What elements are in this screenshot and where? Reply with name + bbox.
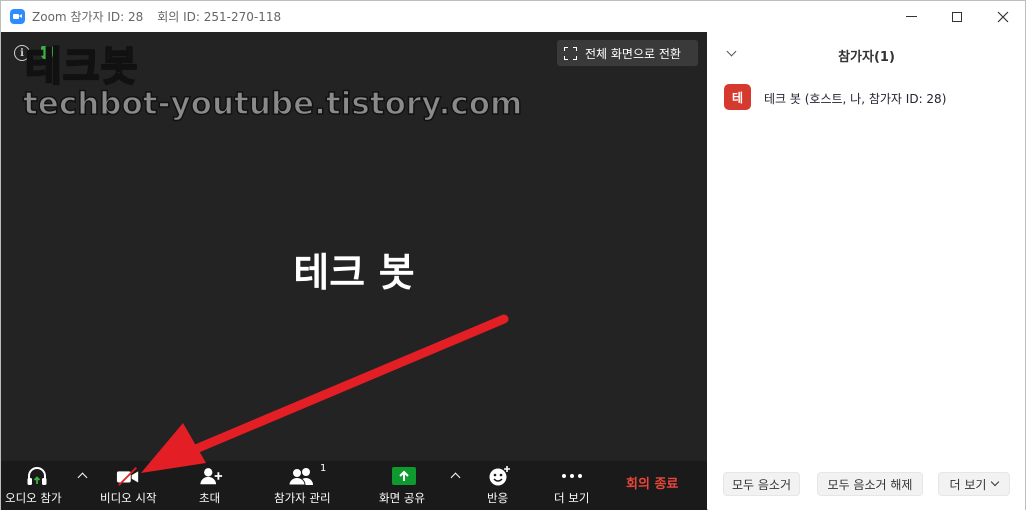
chevron-down-icon (991, 477, 1000, 487)
fullscreen-icon (564, 46, 577, 60)
meeting-toolbar: 오디오 참가 비디오 시작 초대 1 참가자 관리 화면 공유 반응 더 보기 … (1, 461, 707, 510)
watermark-url: techbot-youtube.tistory.com (22, 85, 523, 123)
reactions-button[interactable]: 반응 (481, 461, 517, 510)
audio-button[interactable]: 오디오 참가 (1, 461, 73, 510)
share-screen-label: 화면 공유 (379, 491, 425, 505)
maximize-button[interactable] (934, 1, 980, 32)
headphones-icon (27, 467, 47, 485)
participant-row-name: 테크 봇 (호스트, 나, 참가자 ID: 28) (764, 92, 947, 106)
close-icon (997, 11, 1009, 22)
zoom-window: Zoom 참가자 ID: 28 회의 ID: 251-270-118 i 테크봇 … (0, 0, 1026, 510)
more-dots-icon (562, 474, 582, 478)
reactions-label: 반응 (487, 491, 509, 505)
more-button[interactable]: 더 보기 (547, 461, 597, 510)
title-bar: Zoom 참가자 ID: 28 회의 ID: 251-270-118 (1, 1, 1025, 32)
minimize-button[interactable] (888, 1, 934, 32)
fullscreen-label: 전체 화면으로 전환 (585, 46, 681, 61)
info-icon-glyph: i (20, 47, 24, 59)
avatar: 테 (724, 84, 751, 110)
close-button[interactable] (980, 1, 1026, 32)
participants-label: 참가자 관리 (274, 491, 331, 505)
invite-label: 초대 (199, 491, 221, 505)
panel-more-label: 더 보기 (949, 477, 987, 492)
watermark-title: 테크봇 (24, 43, 139, 91)
participants-icon (288, 468, 313, 486)
video-area: i 테크봇 techbot-youtube.tistory.com 전체 화면으… (1, 32, 707, 461)
share-screen-icon (392, 467, 416, 485)
window-title-text: Zoom 참가자 ID: 28 (32, 10, 144, 24)
video-label: 비디오 시작 (100, 491, 157, 505)
participants-button[interactable]: 1 참가자 관리 (269, 461, 339, 510)
unmute-all-button[interactable]: 모두 음소거 해제 (817, 472, 923, 496)
smiley-icon (489, 466, 510, 486)
panel-title: 참가자(1) (838, 50, 895, 65)
zoom-app-icon (10, 9, 25, 24)
participants-panel: 참가자(1) 테 테크 봇 (호스트, 나, 참가자 ID: 28) 모두 음소… (708, 32, 1025, 510)
minimize-icon (905, 16, 917, 17)
invite-button[interactable]: 초대 (189, 461, 233, 510)
more-label: 더 보기 (554, 491, 590, 505)
end-meeting-button[interactable]: 회의 종료 (626, 473, 678, 492)
participants-count-badge: 1 (320, 463, 327, 474)
add-user-icon (200, 468, 223, 485)
participant-row[interactable]: 테 테크 봇 (호스트, 나, 참가자 ID: 28) (708, 84, 1025, 112)
share-screen-button[interactable]: 화면 공유 (373, 461, 435, 510)
panel-more-button[interactable]: 더 보기 (938, 472, 1010, 496)
mute-all-button[interactable]: 모두 음소거 (723, 472, 800, 496)
window-title: Zoom 참가자 ID: 28 회의 ID: 251-270-118 (32, 8, 281, 25)
video-button[interactable]: 비디오 시작 (95, 461, 165, 510)
audio-options-caret[interactable] (76, 469, 90, 483)
video-camera-off-icon (116, 467, 139, 486)
share-options-caret[interactable] (449, 469, 463, 483)
meeting-id-text: 회의 ID: 251-270-118 (157, 10, 282, 24)
panel-footer: 모두 음소거 모두 음소거 해제 더 보기 (708, 472, 1025, 496)
participant-name-display: 테크 봇 (293, 251, 415, 296)
fullscreen-button[interactable]: 전체 화면으로 전환 (557, 40, 698, 66)
maximize-icon (952, 11, 962, 22)
audio-label: 오디오 참가 (5, 491, 62, 505)
